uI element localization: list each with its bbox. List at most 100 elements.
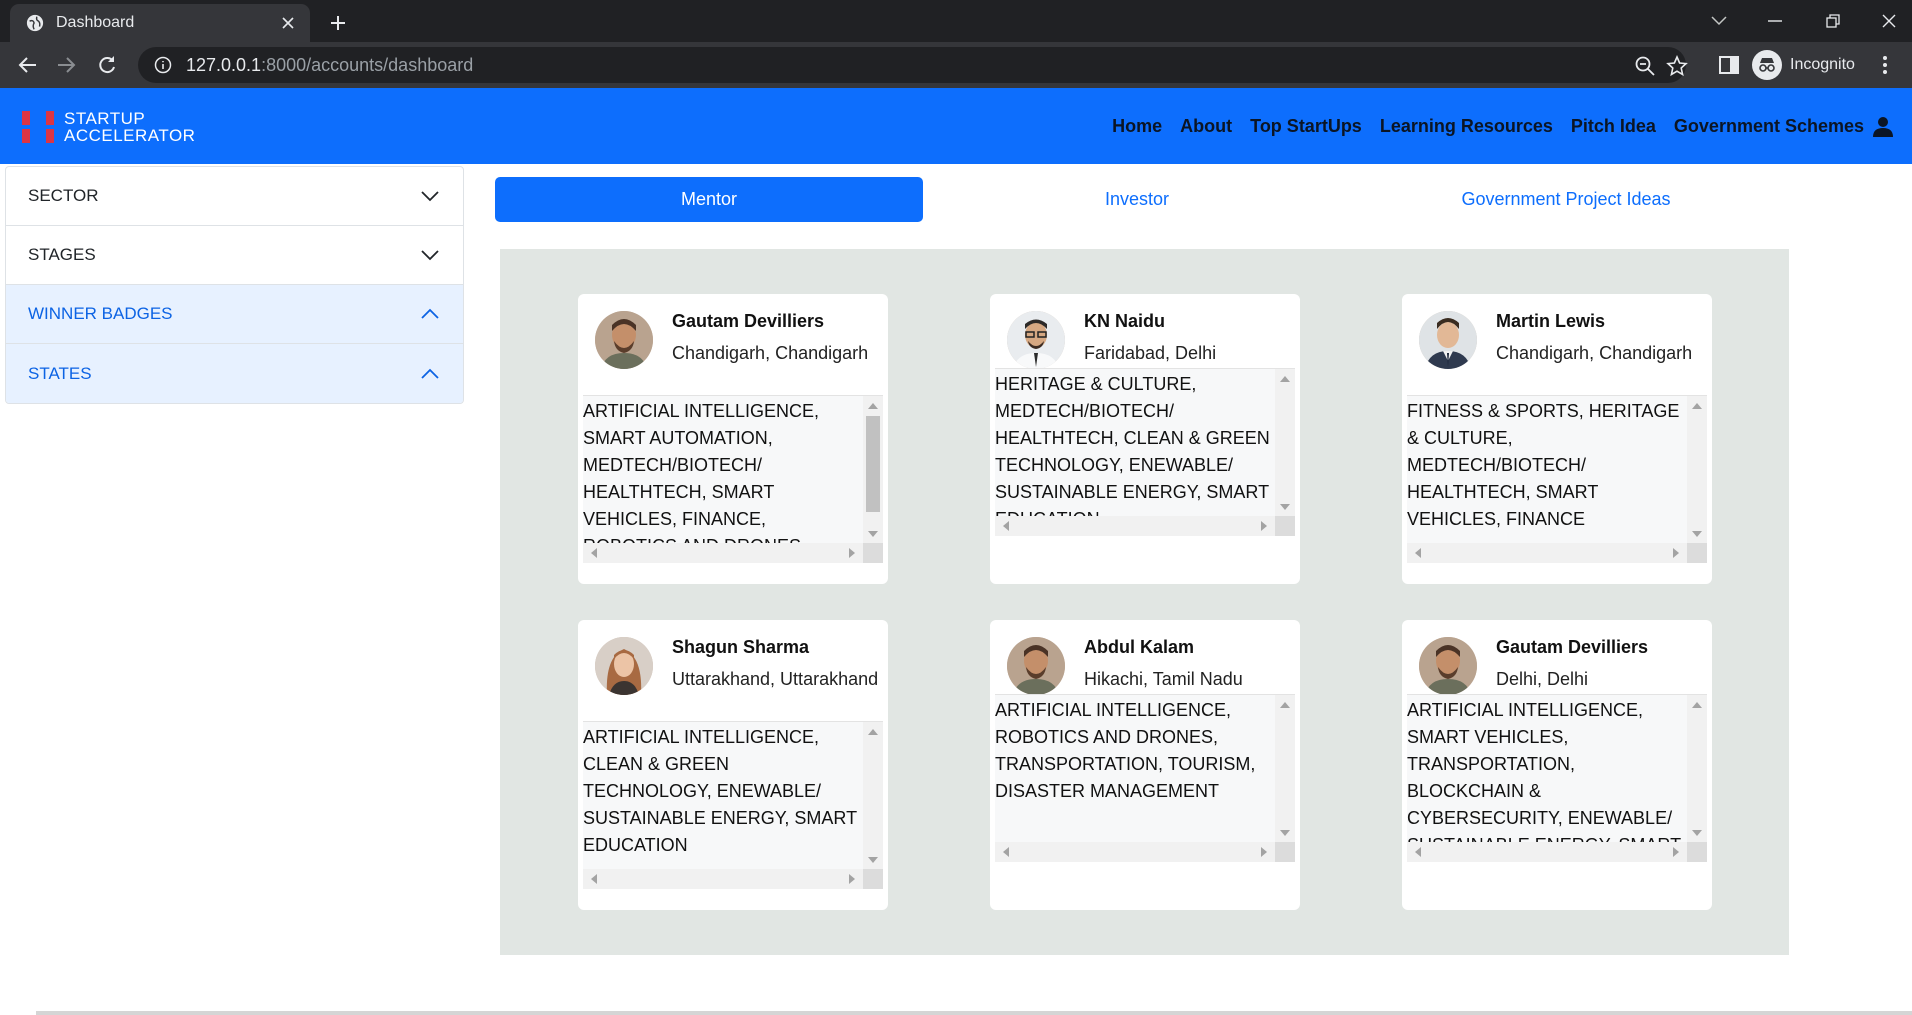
vertical-scrollbar[interactable] <box>1687 396 1707 544</box>
tab-investor[interactable]: Investor <box>923 177 1351 222</box>
reload-icon[interactable] <box>92 50 122 80</box>
url-text: 127.0.0.1:8000/accounts/dashboard <box>186 54 474 75</box>
accordion-winner-badges-label: WINNER BADGES <box>28 304 173 323</box>
mentor-location: Uttarakhand, Uttarakhand <box>672 669 879 689</box>
nav-learning-resources[interactable]: Learning Resources <box>1380 116 1553 137</box>
nav-pitch-idea[interactable]: Pitch Idea <box>1571 116 1656 137</box>
mentor-sectors: ARTIFICIAL INTELLIGENCE, CLEAN & GREEN T… <box>583 727 857 855</box>
mentor-sectors-box[interactable]: ARTIFICIAL INTELLIGENCE, CLEAN & GREEN T… <box>583 721 883 889</box>
mentor-name: KN Naidu <box>1084 311 1165 331</box>
nav-government-schemes[interactable]: Government Schemes <box>1674 116 1864 137</box>
browser-toolbar: 127.0.0.1:8000/accounts/dashboard Incogn… <box>0 42 1912 88</box>
side-panel-icon[interactable] <box>1718 54 1740 76</box>
mentor-card[interactable]: Gautam Devilliers Chandigarh, Chandigarh… <box>578 294 888 584</box>
vertical-scrollbar[interactable] <box>1687 695 1707 843</box>
mentor-sectors: FITNESS & SPORTS, HERITAGE & CULTURE, ME… <box>1407 401 1680 529</box>
incognito-icon <box>1752 50 1782 80</box>
avatar <box>1419 637 1477 695</box>
mentor-sectors-box[interactable]: ARTIFICIAL INTELLIGENCE, ROBOTICS AND DR… <box>995 694 1295 862</box>
browser-tab-bar: Dashboard <box>0 0 1912 42</box>
globe-icon <box>26 14 44 32</box>
mentor-sectors-box[interactable]: HERITAGE & CULTURE, MEDTECH/BIOTECH/ HEA… <box>995 368 1295 536</box>
mentor-location: Faridabad, Delhi <box>1084 343 1217 363</box>
vertical-scrollbar[interactable] <box>863 396 883 544</box>
mentor-name: Abdul Kalam <box>1084 637 1195 657</box>
accordion-winner-badges[interactable]: WINNER BADGES <box>6 285 463 344</box>
zoom-icon[interactable] <box>1634 55 1656 77</box>
mentor-location: Chandigarh, Chandigarh <box>1496 343 1693 363</box>
site-navbar: STARTUP ACCELERATOR Home About Top Start… <box>0 88 1912 164</box>
brand-line-1: STARTUP <box>64 109 146 128</box>
mentor-card-grid: Gautam Devilliers Chandigarh, Chandigarh… <box>500 249 1789 955</box>
mentor-card[interactable]: Gautam Devilliers Delhi, Delhi ARTIFICIA… <box>1402 620 1712 910</box>
chevron-down-icon <box>421 250 439 261</box>
accordion-stages-label: STAGES <box>28 245 96 264</box>
mentor-name: Gautam Devilliers <box>1496 637 1649 657</box>
vertical-scrollbar[interactable] <box>1275 695 1295 843</box>
mentor-location: Hikachi, Tamil Nadu <box>1084 669 1243 689</box>
bookmark-star-icon[interactable] <box>1666 55 1688 77</box>
mentor-card[interactable]: KN Naidu Faridabad, Delhi HERITAGE & CUL… <box>990 294 1300 584</box>
avatar <box>595 311 653 369</box>
mentor-sectors: ARTIFICIAL INTELLIGENCE, SMART AUTOMATIO… <box>583 401 820 544</box>
avatar <box>1007 311 1065 369</box>
brand-logo[interactable]: STARTUP ACCELERATOR <box>22 110 195 144</box>
mentor-card[interactable]: Martin Lewis Chandigarh, Chandigarh FITN… <box>1402 294 1712 584</box>
horizontal-scrollbar[interactable] <box>995 516 1275 536</box>
nav-about[interactable]: About <box>1180 116 1232 137</box>
mentor-sectors-box[interactable]: FITNESS & SPORTS, HERITAGE & CULTURE, ME… <box>1407 395 1707 563</box>
page-bottom-divider <box>36 1011 1912 1015</box>
avatar <box>1419 311 1477 369</box>
brand-line-2: ACCELERATOR <box>64 126 196 145</box>
tab-mentor[interactable]: Mentor <box>495 177 923 222</box>
accordion-states[interactable]: STATES <box>6 344 463 403</box>
mentor-card[interactable]: Abdul Kalam Hikachi, Tamil Nadu ARTIFICI… <box>990 620 1300 910</box>
mentor-location: Chandigarh, Chandigarh <box>672 343 869 363</box>
chevron-up-icon <box>421 368 439 379</box>
site-info-icon[interactable] <box>154 56 172 74</box>
minimize-icon[interactable] <box>1760 8 1790 34</box>
horizontal-scrollbar[interactable] <box>583 869 863 889</box>
mentor-sectors-box[interactable]: ARTIFICIAL INTELLIGENCE, SMART VEHICLES,… <box>1407 694 1707 862</box>
avatar <box>595 637 653 695</box>
user-icon[interactable] <box>1872 116 1894 138</box>
incognito-badge[interactable]: Incognito <box>1752 49 1855 81</box>
horizontal-scrollbar[interactable] <box>1407 543 1687 563</box>
chevron-up-icon <box>421 308 439 319</box>
horizontal-scrollbar[interactable] <box>583 543 863 563</box>
mentor-name: Shagun Sharma <box>672 637 810 657</box>
chevron-down-icon <box>421 191 439 202</box>
mentor-name: Martin Lewis <box>1496 311 1606 331</box>
close-tab-icon[interactable] <box>278 13 298 33</box>
new-tab-button[interactable] <box>324 9 352 37</box>
horizontal-scrollbar[interactable] <box>1407 842 1687 862</box>
accordion-stages[interactable]: STAGES <box>6 226 463 285</box>
tab-government-project-ideas[interactable]: Government Project Ideas <box>1352 177 1780 222</box>
tab-search-chevron-icon[interactable] <box>1704 8 1734 34</box>
close-window-icon[interactable] <box>1874 8 1904 34</box>
back-icon[interactable] <box>12 50 42 80</box>
forward-icon[interactable] <box>52 50 82 80</box>
address-bar[interactable]: 127.0.0.1:8000/accounts/dashboard <box>138 47 1688 83</box>
mentor-sectors: HERITAGE & CULTURE, MEDTECH/BIOTECH/ HEA… <box>995 374 1270 517</box>
filter-accordion: SECTOR STAGES WINNER BADGES STATES <box>5 166 464 404</box>
nav-top-startups[interactable]: Top StartUps <box>1250 116 1362 137</box>
accordion-states-label: STATES <box>28 363 92 383</box>
tab-title: Dashboard <box>56 14 135 31</box>
brand-mark-icon <box>22 111 58 143</box>
accordion-sector[interactable]: SECTOR <box>6 167 463 226</box>
restore-icon[interactable] <box>1818 8 1848 34</box>
browser-tab[interactable]: Dashboard <box>10 4 310 42</box>
mentor-location: Delhi, Delhi <box>1496 669 1589 689</box>
browser-menu-icon[interactable] <box>1882 54 1888 76</box>
mentor-sectors: ARTIFICIAL INTELLIGENCE, SMART VEHICLES,… <box>1407 700 1681 843</box>
vertical-scrollbar[interactable] <box>1275 369 1295 517</box>
incognito-label: Incognito <box>1790 56 1855 73</box>
horizontal-scrollbar[interactable] <box>995 842 1275 862</box>
mentor-sectors-box[interactable]: ARTIFICIAL INTELLIGENCE, SMART AUTOMATIO… <box>583 395 883 563</box>
mentor-name: Gautam Devilliers <box>672 311 825 331</box>
mentor-card[interactable]: Shagun Sharma Uttarakhand, Uttarakhand A… <box>578 620 888 910</box>
avatar <box>1007 637 1065 695</box>
vertical-scrollbar[interactable] <box>863 722 883 870</box>
nav-home[interactable]: Home <box>1112 116 1162 137</box>
